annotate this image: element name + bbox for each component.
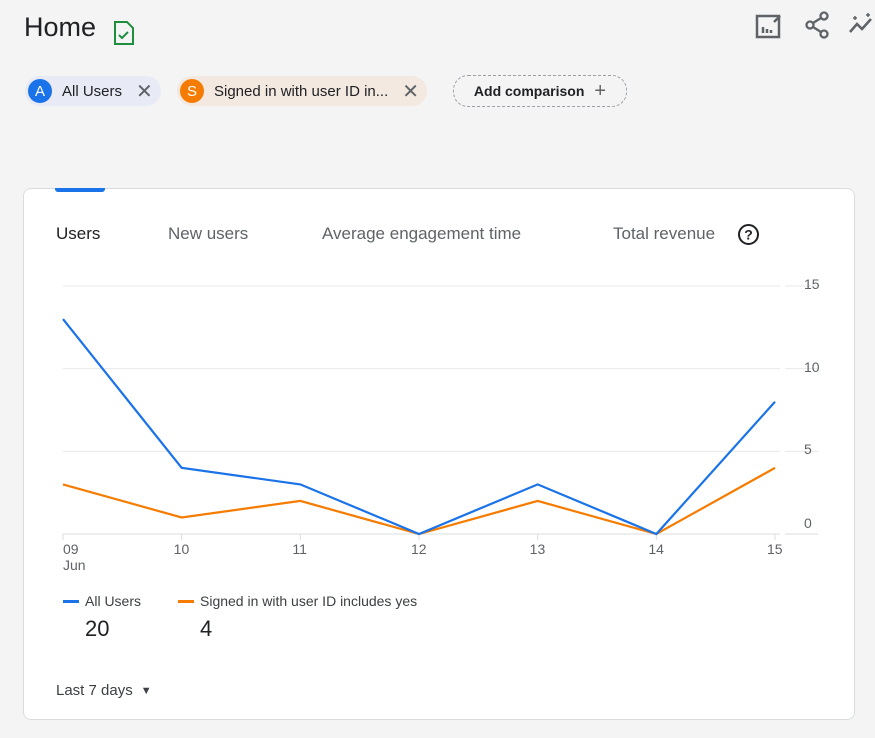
y-tick-label: 15 bbox=[804, 276, 820, 292]
legend-swatch bbox=[63, 599, 79, 603]
series-line bbox=[62, 466, 776, 536]
x-month-label: Jun bbox=[63, 557, 86, 573]
chevron-down-icon: ▼ bbox=[140, 684, 152, 697]
legend-item-signed-in: Signed in with user ID includes yes bbox=[178, 593, 417, 609]
x-tick-label: 15 bbox=[767, 541, 783, 557]
line-chart bbox=[62, 285, 818, 540]
x-tick-label: 10 bbox=[173, 541, 190, 557]
x-tick-label: 09 bbox=[63, 541, 79, 557]
legend-item-all-users: All Users bbox=[63, 593, 141, 609]
date-range-dropdown[interactable]: Last 7 days ▼ bbox=[56, 682, 152, 699]
legend-label: All Users bbox=[85, 593, 142, 609]
total-all-users: 20 bbox=[85, 616, 110, 641]
total-signed-in: 4 bbox=[200, 616, 213, 641]
y-tick-label: 0 bbox=[804, 515, 812, 531]
x-tick-label: 14 bbox=[648, 541, 664, 557]
x-tick-label: 12 bbox=[411, 541, 427, 557]
series-line bbox=[62, 318, 776, 536]
y-tick-label: 10 bbox=[804, 358, 820, 375]
x-tick-label: 13 bbox=[529, 541, 546, 557]
y-tick-label: 5 bbox=[804, 441, 812, 458]
date-range-label: Last 7 days bbox=[56, 682, 133, 699]
legend-swatch bbox=[178, 599, 194, 603]
x-tick-label: 11 bbox=[292, 541, 307, 557]
legend-label: Signed in with user ID includes yes bbox=[200, 593, 418, 609]
